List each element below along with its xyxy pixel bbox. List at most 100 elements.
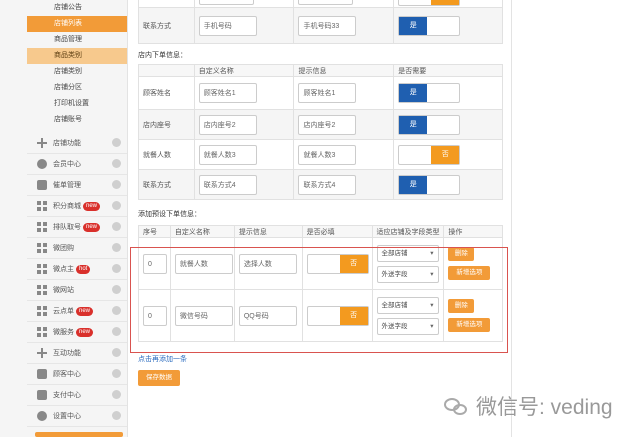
gear-icon[interactable] <box>112 243 121 252</box>
gear-icon[interactable] <box>112 306 121 315</box>
save-button[interactable]: 保存数据 <box>138 370 180 386</box>
sidebar-item-customer-center[interactable]: 顾客中心 <box>27 364 127 385</box>
gear-icon[interactable] <box>112 264 121 273</box>
sidebar-item-group-buy[interactable]: 微团购 <box>27 238 127 259</box>
sidebar-item-micro-host[interactable]: 微点主 hot <box>27 259 127 280</box>
add-option-button[interactable]: 新增选项 <box>448 318 491 332</box>
gear-icon[interactable] <box>112 159 121 168</box>
sidebar-item-label: 云点单 <box>53 308 74 315</box>
preorder-section-title: 添加预设下单信息： <box>138 211 201 218</box>
preorder-header-custom-name: 自定义名称 <box>169 225 235 238</box>
instore-header-required: 是否需要 <box>393 64 503 77</box>
preorder-required-toggle[interactable]: 否 <box>306 305 369 326</box>
partial-input[interactable] <box>298 0 354 5</box>
sidebar-subitem-store-list[interactable]: 店铺列表 <box>27 16 127 32</box>
contact-required-toggle[interactable]: 是 <box>398 15 461 36</box>
gear-icon[interactable] <box>112 411 121 420</box>
contact-name-input[interactable]: 手机号码 <box>198 15 257 36</box>
gear-icon[interactable] <box>112 138 121 147</box>
sidebar-bottom-bar <box>35 432 123 437</box>
sidebar-item-label: 顾客中心 <box>53 371 81 378</box>
sidebar-item-label: 互动功能 <box>53 350 81 357</box>
sidebar-subitem-store-account[interactable]: 店铺账号 <box>27 112 127 128</box>
instore-name-input[interactable]: 联系方式4 <box>198 174 257 195</box>
partial-input[interactable] <box>198 0 254 5</box>
gear-icon[interactable] <box>112 222 121 231</box>
hot-badge: hot <box>76 264 91 274</box>
sidebar-item-label: 会员中心 <box>53 161 81 168</box>
shop-select[interactable]: 全部店铺 <box>376 296 439 314</box>
sidebar-subitem-store-zone[interactable]: 店铺分区 <box>27 80 127 96</box>
sidebar-item-order-reminder[interactable]: 催单管理 <box>27 175 127 196</box>
instore-required-toggle[interactable]: 是 <box>398 174 461 195</box>
main-content: 联系方式 手机号码 手机号码33 是 店内下单信息： 自定义名称 提示信息 是否… <box>128 0 512 437</box>
instore-name-input[interactable]: 店内座号2 <box>198 114 257 135</box>
instore-section-title: 店内下单信息： <box>138 52 187 59</box>
toggle-on-label: 是 <box>399 84 428 102</box>
top-contact-table: 联系方式 手机号码 手机号码33 是 <box>138 0 503 44</box>
instore-name-input[interactable]: 就餐人数3 <box>198 144 257 165</box>
gear-icon[interactable] <box>112 369 121 378</box>
seq-input[interactable]: 0 <box>143 305 167 326</box>
grid-icon <box>37 243 47 253</box>
instore-required-toggle[interactable]: 是 <box>398 83 461 103</box>
new-badge: new <box>76 327 94 337</box>
contact-hint-input[interactable]: 手机号码33 <box>298 15 357 36</box>
instore-header-custom-name: 自定义名称 <box>193 64 295 77</box>
gear-icon[interactable] <box>112 201 121 210</box>
sidebar-subitem-store-category[interactable]: 店铺类别 <box>27 64 127 80</box>
preorder-header-seq: 序号 <box>138 225 171 238</box>
sidebar-item-member-center[interactable]: 会员中心 <box>27 154 127 175</box>
sidebar-item-label: 积分商城 <box>53 203 81 210</box>
sidebar-subitem-store-notice[interactable]: 店铺公告 <box>27 0 127 16</box>
field-type-select[interactable]: 外送字段 <box>376 265 439 283</box>
sidebar-item-micro-service[interactable]: 微服务 new <box>27 322 127 343</box>
sidebar-item-micro-site[interactable]: 微网站 <box>27 280 127 301</box>
delete-button[interactable]: 删除 <box>448 299 475 313</box>
sidebar-item-store-functions[interactable]: 店铺功能 <box>27 133 127 154</box>
sidebar-item-points-mall[interactable]: 积分商城 new <box>27 196 127 217</box>
sidebar-item-settings-center[interactable]: 设置中心 <box>27 406 127 427</box>
gear-icon[interactable] <box>112 180 121 189</box>
field-type-select[interactable]: 外送字段 <box>376 317 439 335</box>
instore-header-hint: 提示信息 <box>293 64 395 77</box>
sidebar-item-payment-center[interactable]: 支付中心 <box>27 385 127 406</box>
preorder-hint-input[interactable]: 选择人数 <box>238 253 297 274</box>
preorder-name-input[interactable]: 微信号码 <box>174 305 233 326</box>
sidebar-item-queue-number[interactable]: 排队取号 new <box>27 217 127 238</box>
sidebar-subitem-product-management[interactable]: 商品管理 <box>27 32 127 48</box>
add-row-link[interactable]: 点击再添加一条 <box>138 354 187 364</box>
sidebar-subitem-product-category[interactable]: 商品类别 <box>27 48 127 64</box>
instore-required-toggle[interactable]: 否 <box>398 144 461 165</box>
shop-select[interactable]: 全部店铺 <box>376 244 439 262</box>
instore-name-input[interactable]: 顾客姓名1 <box>198 83 257 103</box>
add-option-button[interactable]: 新增选项 <box>448 266 491 280</box>
grid-icon <box>37 327 47 337</box>
gear-icon[interactable] <box>112 348 121 357</box>
sidebar-item-cloud-order[interactable]: 云点单 new <box>27 301 127 322</box>
gear-icon[interactable] <box>112 285 121 294</box>
gear-icon[interactable] <box>112 390 121 399</box>
instore-required-toggle[interactable]: 是 <box>398 114 461 135</box>
gear-icon[interactable] <box>112 327 121 336</box>
toggle-off-label: 否 <box>431 145 460 164</box>
instore-header-empty <box>138 64 195 77</box>
preorder-table: 序号 自定义名称 提示信息 是否必填 适应店铺及字段类型 操作 0 就餐人数 选… <box>138 225 503 342</box>
content-border <box>511 0 512 437</box>
instore-row-label: 联系方式 <box>138 169 195 200</box>
contact-row-label: 联系方式 <box>138 7 195 44</box>
instore-hint-input[interactable]: 就餐人数3 <box>298 144 357 165</box>
sidebar-item-interaction[interactable]: 互动功能 <box>27 343 127 364</box>
seq-input[interactable]: 0 <box>143 253 167 274</box>
partial-toggle[interactable] <box>398 0 461 6</box>
watermark-text: 微信号: veding <box>476 396 613 419</box>
delete-button[interactable]: 删除 <box>448 247 475 261</box>
preorder-name-input[interactable]: 就餐人数 <box>174 253 233 274</box>
instore-hint-input[interactable]: 联系方式4 <box>298 174 357 195</box>
instore-hint-input[interactable]: 店内座号2 <box>298 114 357 135</box>
preorder-required-toggle[interactable]: 否 <box>306 253 369 274</box>
instore-hint-input[interactable]: 顾客姓名1 <box>298 83 357 103</box>
sidebar-subitem-printer-settings[interactable]: 打印机设置 <box>27 96 127 112</box>
preorder-hint-input[interactable]: QQ号码 <box>238 305 297 326</box>
toggle-off-label: 否 <box>339 254 368 273</box>
